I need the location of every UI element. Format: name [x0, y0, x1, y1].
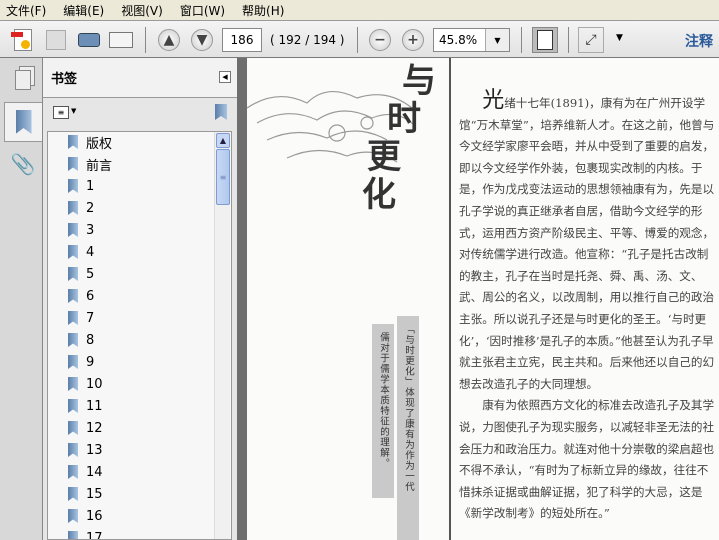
caption-left: 儒对于儒学本质特征的理解。	[372, 324, 394, 498]
paperclip-icon[interactable]: 📎	[4, 144, 42, 184]
bookmark-item[interactable]: 17	[68, 528, 103, 539]
bookmark-icon	[68, 377, 78, 391]
previous-page-button[interactable]: ▲	[156, 27, 182, 53]
page-count: ( 192 / 194 )	[270, 33, 345, 47]
bookmark-item[interactable]: 版权	[68, 132, 112, 152]
bookmark-icon	[68, 289, 78, 303]
email-icon[interactable]	[108, 27, 134, 53]
chevron-down-icon[interactable]: ▼	[71, 107, 76, 115]
bookmark-item[interactable]: 16	[68, 506, 103, 526]
bookmark-icon	[68, 355, 78, 369]
bookmark-icon	[68, 509, 78, 523]
body-text: 光绪十七年(1891)，康有为在广州开设学馆“万木草堂”，培养维新人才。在这之前…	[459, 90, 717, 525]
zoom-in-button[interactable]: +	[400, 27, 426, 53]
bookmark-icon	[68, 135, 78, 149]
bookmark-icon	[68, 421, 78, 435]
bookmark-icon	[68, 245, 78, 259]
print-icon[interactable]	[76, 27, 102, 53]
bookmark-item[interactable]: 11	[68, 396, 103, 416]
fit-width-icon[interactable]	[532, 27, 558, 53]
save-icon[interactable]	[43, 27, 69, 53]
bookmark-item[interactable]: 2	[68, 198, 94, 218]
panel-splitter[interactable]	[237, 58, 247, 540]
menu-help[interactable]: 帮助(H)	[242, 2, 284, 19]
bookmark-icon	[68, 267, 78, 281]
menu-view[interactable]: 视图(V)	[121, 2, 163, 19]
bookmarks-panel: 书签 ◀ ≡ ▼ 版权 前言 1 2 3 4 5 6 7 8 9 10 11 12…	[43, 58, 237, 540]
bookmark-item[interactable]: 4	[68, 242, 94, 262]
page-number-input[interactable]: 186	[222, 28, 262, 52]
zoom-out-button[interactable]: −	[367, 27, 393, 53]
bookmark-icon	[68, 157, 78, 171]
bookmark-item[interactable]: 5	[68, 264, 94, 284]
chapter-title: 与 时 更 化	[362, 61, 436, 215]
toolbar-options-icon[interactable]: ▼	[616, 33, 623, 43]
menu-edit[interactable]: 编辑(E)	[63, 2, 104, 19]
bookmark-item[interactable]: 10	[68, 374, 103, 394]
chevron-down-icon[interactable]: ▼	[485, 29, 509, 51]
comment-button[interactable]: 注释	[685, 31, 713, 51]
options-menu-icon[interactable]: ≡	[53, 106, 69, 119]
bookmark-icon	[68, 333, 78, 347]
page-divider	[449, 58, 451, 540]
drop-cap: 光	[482, 88, 505, 113]
menu-window[interactable]: 窗口(W)	[180, 2, 225, 19]
bookmark-icon	[68, 223, 78, 237]
bookmark-item[interactable]: 3	[68, 220, 94, 240]
expand-bookmark-icon[interactable]	[215, 104, 227, 120]
pages-icon[interactable]	[4, 60, 42, 100]
zoom-select[interactable]: 45.8% ▼	[433, 28, 510, 52]
bookmark-item[interactable]: 8	[68, 330, 94, 350]
bookmark-item[interactable]: 15	[68, 484, 103, 504]
bookmark-scrollbar[interactable]: ▲ ≡	[214, 132, 230, 539]
document-page: 与 时 更 化 「与时更化」体现了康有为作为一代 儒对于儒学本质特征的理解。 光…	[247, 58, 719, 540]
collapse-panel-button[interactable]: ◀	[219, 71, 231, 83]
bookmark-item[interactable]: 13	[68, 440, 103, 460]
full-screen-icon[interactable]: ⤢	[578, 27, 604, 53]
bookmark-icon	[68, 311, 78, 325]
bookmark-icon	[68, 443, 78, 457]
bookmark-item[interactable]: 9	[68, 352, 94, 372]
caption-right: 「与时更化」体现了康有为作为一代	[397, 316, 419, 540]
bookmarks-icon[interactable]	[4, 102, 42, 142]
bookmark-item[interactable]: 12	[68, 418, 103, 438]
bookmark-item[interactable]: 6	[68, 286, 94, 306]
bookmark-item[interactable]: 14	[68, 462, 103, 482]
paragraph: 康有为依照西方文化的标准去改造孔子及其学说，力图使孔子为现实服务，以减轻非圣无法…	[459, 398, 715, 521]
bookmark-icon	[68, 201, 78, 215]
toolbar: ▲ ▼ 186 ( 192 / 194 ) − + 45.8% ▼ ⤢ ▼ 注释	[0, 20, 719, 58]
panel-title: 书签	[51, 72, 78, 87]
bookmark-item[interactable]: 1	[68, 176, 94, 196]
bookmark-item[interactable]: 7	[68, 308, 94, 328]
paragraph: 绪十七年(1891)，康有为在广州开设学馆“万木草堂”，培养维新人才。在这之前，…	[459, 96, 715, 391]
menu-bar: 文件(F) 编辑(E) 视图(V) 窗口(W) 帮助(H)	[0, 0, 719, 20]
bookmark-icon	[68, 179, 78, 193]
menu-file[interactable]: 文件(F)	[6, 2, 46, 19]
scroll-up-button[interactable]: ▲	[216, 133, 230, 148]
bookmark-icon	[68, 531, 78, 539]
bookmark-icon	[68, 399, 78, 413]
next-page-button[interactable]: ▼	[189, 27, 215, 53]
bookmark-list: 版权 前言 1 2 3 4 5 6 7 8 9 10 11 12 13 14 1…	[47, 131, 232, 540]
zoom-value: 45.8%	[439, 33, 478, 47]
bookmark-icon	[68, 487, 78, 501]
navigation-strip: 📎	[0, 58, 43, 540]
create-pdf-icon[interactable]	[10, 27, 36, 53]
bookmark-item[interactable]: 前言	[68, 154, 112, 174]
scroll-thumb[interactable]: ≡	[216, 149, 230, 205]
bookmark-icon	[68, 465, 78, 479]
